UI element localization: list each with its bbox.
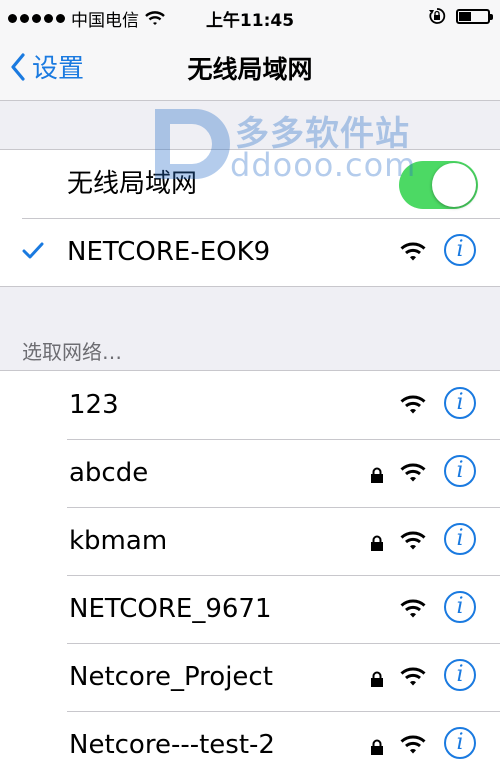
network-name: kbmam <box>69 526 168 556</box>
wifi-signal-icon <box>400 463 426 482</box>
watermark-cn: 多多软件站 <box>235 114 410 154</box>
network-name: Netcore_Project <box>69 662 273 692</box>
battery-icon <box>456 8 493 24</box>
info-button[interactable]: i <box>444 455 476 487</box>
lock-icon <box>371 535 383 551</box>
wifi-signal-icon <box>400 395 426 414</box>
lock-icon <box>371 671 383 687</box>
info-button[interactable]: i <box>444 727 476 759</box>
wifi-toggle[interactable] <box>399 161 478 209</box>
section-header: 选取网络… <box>22 340 122 364</box>
wifi-toggle-row: 无线局域网 <box>0 150 500 218</box>
connected-network-name: NETCORE-EOK9 <box>67 237 271 267</box>
info-button[interactable]: i <box>444 591 476 623</box>
status-bar: 中国电信 上午11:45 <box>0 0 500 34</box>
network-row[interactable]: kbmam i <box>0 507 500 575</box>
network-row[interactable]: 123 i <box>0 371 500 439</box>
network-list: 123 i abcde i kbmam i NETCORE_9671 i Net… <box>0 370 500 779</box>
network-row[interactable]: NETCORE_9671 i <box>0 575 500 643</box>
wifi-signal-icon <box>400 735 426 754</box>
lock-icon <box>371 467 383 483</box>
info-button[interactable]: i <box>444 659 476 691</box>
network-row[interactable]: Netcore_Project i <box>0 643 500 711</box>
info-button[interactable]: i <box>444 387 476 419</box>
wifi-toggle-label: 无线局域网 <box>67 169 198 199</box>
wifi-signal-icon <box>400 242 426 261</box>
info-button[interactable]: i <box>444 234 476 266</box>
nav-bar: 设置 无线局域网 <box>0 34 500 101</box>
network-name: abcde <box>69 458 149 488</box>
network-row[interactable]: abcde i <box>0 439 500 507</box>
network-name: 123 <box>69 390 119 420</box>
wifi-settings-group: 无线局域网 NETCORE-EOK9 i <box>0 149 500 287</box>
info-button[interactable]: i <box>444 523 476 555</box>
checkmark-icon <box>22 242 44 259</box>
wifi-signal-icon <box>400 531 426 550</box>
status-time: 上午11:45 <box>205 11 295 31</box>
page-title: 无线局域网 <box>187 55 313 84</box>
wifi-signal-icon <box>400 667 426 686</box>
network-name: NETCORE_9671 <box>69 594 272 624</box>
wifi-signal-icon <box>400 599 426 618</box>
connected-network-row[interactable]: NETCORE-EOK9 i <box>0 218 500 286</box>
network-name: Netcore---test-2 <box>69 730 275 760</box>
network-row[interactable]: Netcore---test-2 i <box>0 711 500 779</box>
status-right <box>428 7 493 25</box>
rotation-lock-icon <box>429 8 446 24</box>
lock-icon <box>371 739 383 755</box>
